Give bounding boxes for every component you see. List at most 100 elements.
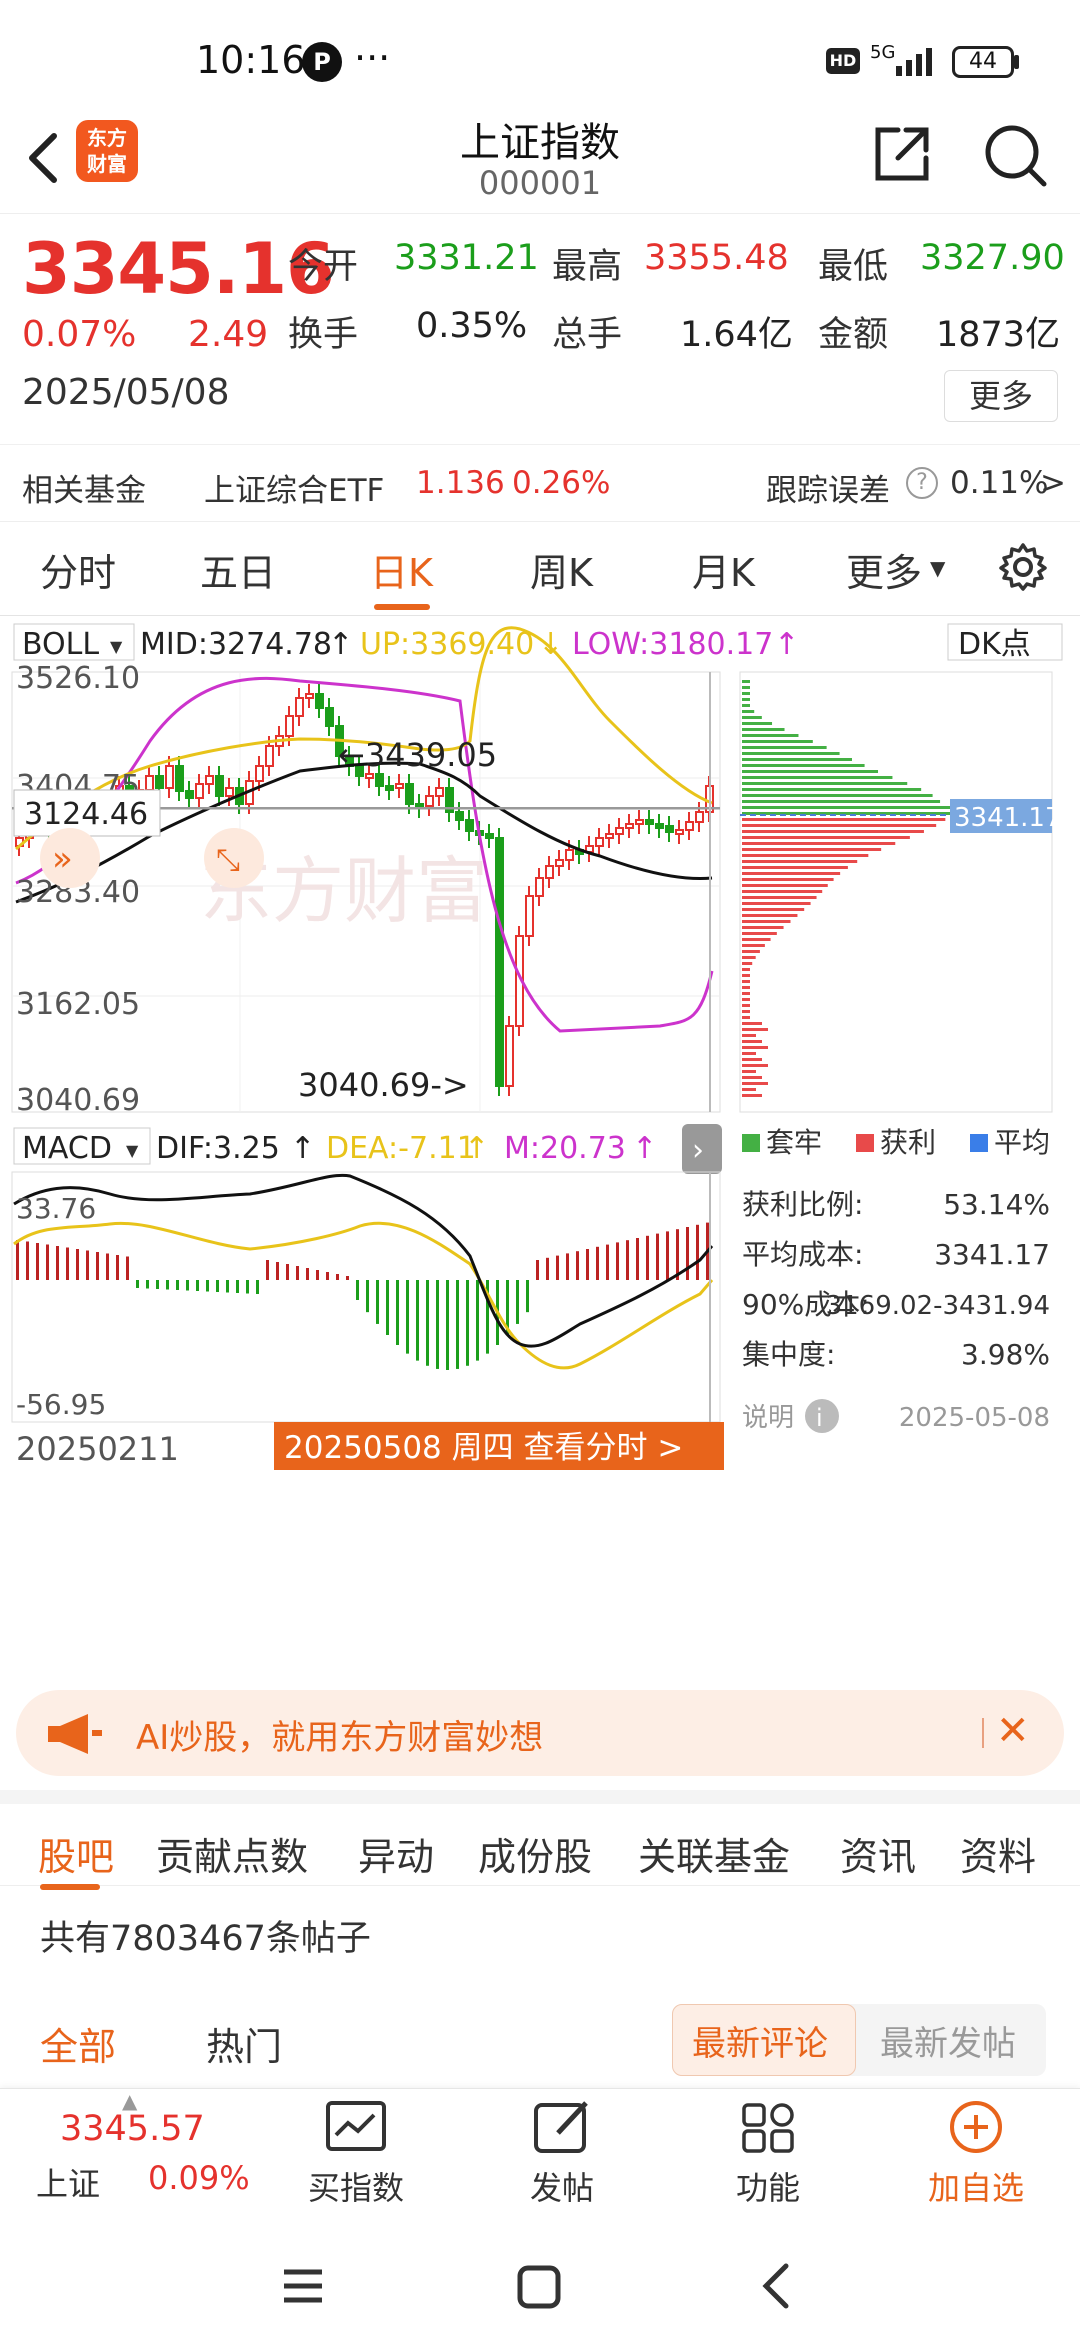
tab-guba[interactable]: 股吧 (38, 1826, 114, 1881)
chip-bar (742, 926, 784, 929)
candle-body (655, 823, 664, 829)
legend-trapped: 套牢 (766, 1126, 822, 1159)
chip-bar (742, 1070, 756, 1073)
candle-body (485, 833, 494, 839)
chip-bar (742, 686, 750, 689)
tab-contribution[interactable]: 贡献点数 (156, 1826, 308, 1881)
related-fund-row[interactable]: 相关基金 上证综合ETF 1.136 0.26% 跟踪误差 ? 0.11% > (0, 444, 1080, 522)
tab-profile[interactable]: 资料 (960, 1826, 1036, 1881)
macd-bar (76, 1249, 79, 1280)
chip-bar (742, 1052, 756, 1055)
signal-icon (896, 48, 932, 76)
chip-bar (742, 914, 798, 917)
chip-bar (742, 770, 879, 773)
chip-bar (742, 824, 937, 827)
megaphone-icon (48, 1714, 102, 1754)
chip-bar (742, 902, 811, 905)
chip-bar (742, 722, 773, 725)
volume-value: 1.64亿 (680, 315, 793, 355)
macd-bar (266, 1260, 269, 1280)
nav-post[interactable]: 发帖 (482, 2163, 642, 2209)
ai-ad-banner[interactable]: AI炒股，就用东方财富妙想 ✕ (16, 1690, 1064, 1776)
macd-bar (286, 1264, 289, 1280)
legend-average-swatch (970, 1134, 988, 1152)
chip-bar (742, 956, 756, 959)
quote-panel: 3345.16 0.07% 2.49 2025/05/08 今开 3331.21… (0, 214, 1080, 444)
app-header: 东方 财富 上证指数 000001 (0, 110, 1080, 214)
tab-daily-k[interactable]: 日K (370, 542, 433, 597)
tab-monthly-k[interactable]: 月K (692, 542, 755, 597)
compose-icon[interactable] (482, 2099, 642, 2157)
macd-bar (386, 1280, 389, 1335)
candle-body (405, 783, 414, 805)
candle-body (255, 765, 264, 782)
tab-news[interactable]: 资讯 (840, 1826, 916, 1881)
dropdown-triangle-icon: ▼ (930, 556, 946, 580)
sort-latest-post[interactable]: 最新发帖 (880, 2016, 1016, 2065)
share-icon[interactable] (872, 124, 932, 184)
buy-index-icon[interactable] (276, 2099, 436, 2157)
nav-function[interactable]: 功能 (688, 2163, 848, 2209)
candle-body (615, 827, 624, 835)
candle-body (165, 765, 174, 789)
macd-bar (596, 1246, 599, 1280)
more-quote-button[interactable]: 更多 (944, 370, 1058, 422)
boll-name: BOLL (22, 627, 99, 662)
active-tab-underline (374, 604, 430, 610)
candle-body (455, 811, 464, 821)
filter-all[interactable]: 全部 (40, 2016, 116, 2071)
candle-body (635, 819, 644, 825)
search-icon[interactable] (982, 122, 1048, 188)
macd-bottom-tick: -56.95 (16, 1388, 106, 1421)
tab-five-day[interactable]: 五日 (200, 542, 276, 597)
chip-bar (742, 1010, 750, 1013)
close-icon[interactable]: ✕ (996, 1708, 1030, 1754)
tab-more[interactable]: 更多 (846, 542, 922, 597)
menu-icon[interactable] (284, 2269, 322, 2303)
boll-dropdown-icon: ▼ (110, 637, 123, 656)
filter-hot[interactable]: 热门 (206, 2016, 282, 2071)
amount-value: 1873亿 (936, 315, 1061, 355)
chip-bar (742, 1064, 768, 1067)
note-label[interactable]: 说明 (742, 1403, 794, 1433)
volume-label: 总手 (552, 315, 623, 355)
fund-name[interactable]: 上证综合ETF (204, 465, 384, 510)
tab-intraday[interactable]: 分时 (40, 542, 116, 597)
candle-body (225, 787, 234, 797)
settings-gear-icon[interactable] (998, 542, 1048, 592)
candle-body (195, 783, 204, 799)
add-circle-icon[interactable] (896, 2099, 1056, 2157)
chip-bar (742, 836, 910, 839)
macd-bar (306, 1268, 309, 1280)
grid-icon[interactable] (688, 2099, 848, 2157)
chip-bar (742, 1028, 768, 1031)
chip-bar (742, 788, 922, 791)
macd-bar (556, 1255, 559, 1280)
home-icon[interactable] (517, 2265, 561, 2309)
macd-bar (216, 1280, 219, 1292)
turnover-value: 0.35% (416, 306, 528, 346)
y-tick-4: 3162.05 (16, 987, 140, 1022)
crosshair-price: 3124.46 (24, 797, 148, 832)
boll-mid-arrow: ↑ (328, 627, 353, 662)
high-value: 3355.48 (644, 238, 789, 278)
ad-text: AI炒股，就用东方财富妙想 (136, 1718, 544, 1758)
sort-latest-comment[interactable]: 最新评论 (692, 2016, 828, 2065)
nav-index-price[interactable]: 3345.57 (60, 2109, 205, 2149)
candle-body (365, 773, 374, 779)
macd-bar (116, 1255, 119, 1280)
tab-constituents[interactable]: 成份股 (478, 1826, 592, 1881)
tab-weekly-k[interactable]: 周K (530, 542, 593, 597)
stat-value: 53.14% (943, 1188, 1050, 1221)
nav-add-watchlist[interactable]: 加自选 (896, 2163, 1056, 2209)
help-icon[interactable]: ? (906, 467, 938, 499)
nav-buy-index[interactable]: 买指数 (276, 2163, 436, 2209)
system-back-icon[interactable] (762, 2263, 789, 2309)
tab-movement[interactable]: 异动 (358, 1826, 434, 1881)
chip-bar (742, 848, 882, 851)
k-line-chart[interactable]: BOLL ▼ MID:3274.78 ↑ UP:3369.40 ↓ LOW:31… (0, 616, 1080, 1688)
macd-bar (646, 1235, 649, 1280)
dk-label: DK点 (958, 627, 1031, 662)
candle-body (665, 825, 674, 833)
tab-related-funds[interactable]: 关联基金 (638, 1826, 790, 1881)
